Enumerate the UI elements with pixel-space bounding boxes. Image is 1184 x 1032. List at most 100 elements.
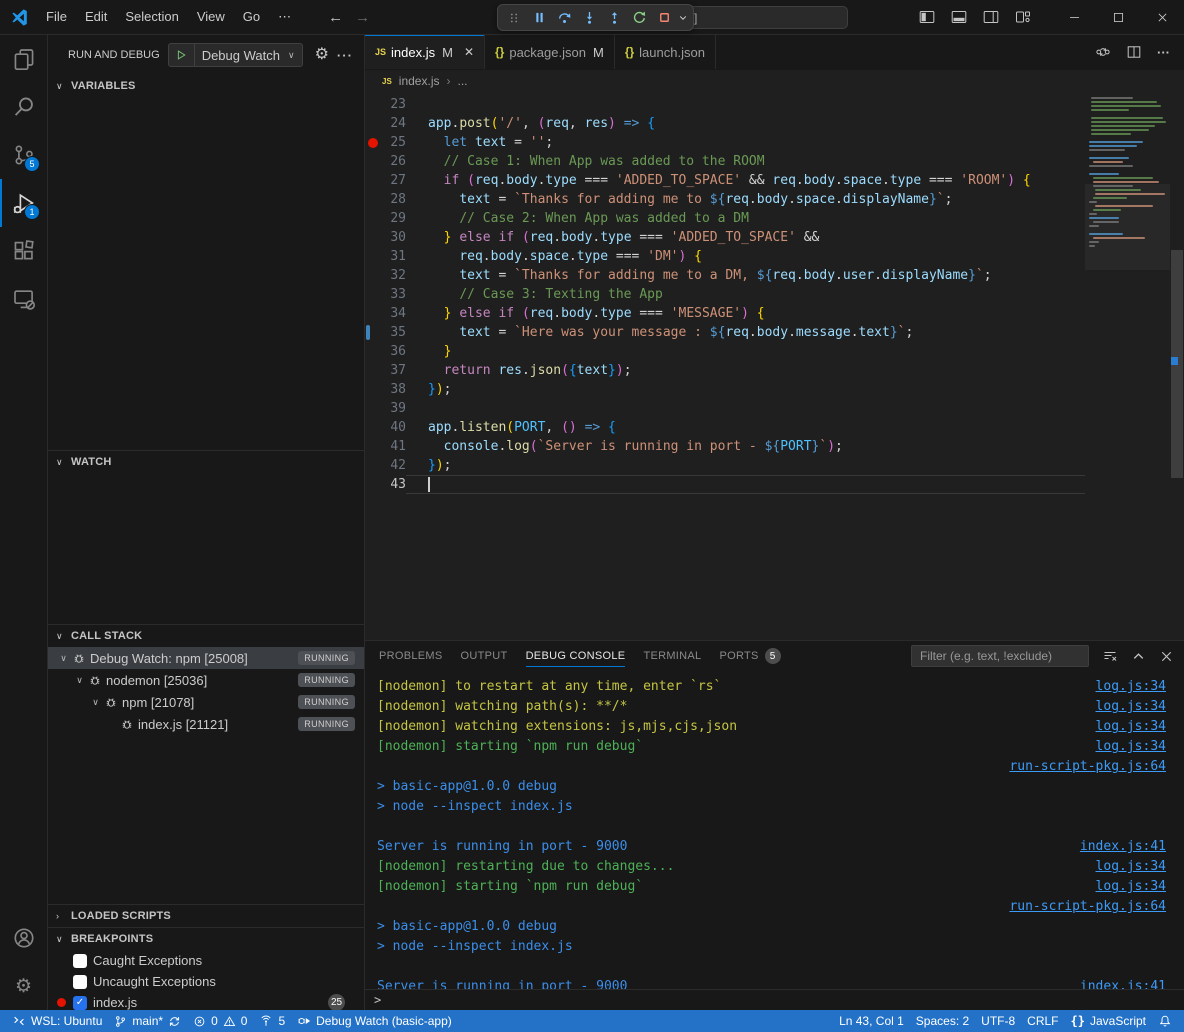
remote-indicator[interactable]: WSL: Ubuntu [6, 1010, 108, 1032]
code-line-34[interactable]: 34 } else if (req.body.type === 'MESSAGE… [365, 304, 1085, 323]
drag-grip-icon[interactable] [502, 6, 526, 30]
menu-go[interactable]: Go [234, 6, 269, 28]
source-control-icon[interactable]: 5 [0, 131, 47, 179]
chevron-down-icon[interactable]: ∨ [88, 697, 103, 708]
gutter-glyph-margin[interactable] [365, 399, 378, 418]
split-editor-icon[interactable] [1126, 44, 1142, 60]
notifications-bell[interactable] [1152, 1014, 1178, 1028]
more-actions-icon[interactable]: ··· [1157, 45, 1170, 60]
toggle-secondary-sidebar-icon[interactable] [980, 6, 1002, 28]
gutter-glyph-margin[interactable] [365, 133, 378, 152]
menu-more[interactable]: ⋯ [269, 6, 300, 28]
breakpoints-section-header[interactable]: ∨ BREAKPOINTS [48, 928, 364, 950]
source-link[interactable]: log.js:34 [1096, 717, 1166, 737]
search-icon[interactable] [0, 83, 47, 131]
forwarded-ports-indicator[interactable]: 5 [253, 1010, 291, 1032]
maximize-panel-icon[interactable] [1131, 649, 1146, 664]
code-line-43[interactable]: 43 [365, 475, 1085, 494]
gutter-glyph-margin[interactable] [365, 152, 378, 171]
explorer-icon[interactable] [0, 35, 47, 83]
git-branch-indicator[interactable]: main* [108, 1010, 187, 1032]
breadcrumb-file[interactable]: index.js [399, 74, 440, 88]
breakpoint-checkbox[interactable]: ✓ [73, 996, 87, 1010]
variables-section-header[interactable]: ∨ VARIABLES [48, 75, 364, 97]
source-link[interactable]: run-script-pkg.js:64 [1009, 757, 1166, 777]
more-actions-icon[interactable]: ··· [337, 48, 353, 63]
code-line-35[interactable]: 35 text = `Here was your message : ${req… [365, 323, 1085, 342]
gutter-glyph-margin[interactable] [365, 285, 378, 304]
menu-selection[interactable]: Selection [116, 6, 187, 28]
code-line-30[interactable]: 30 } else if (req.body.type === 'ADDED_T… [365, 228, 1085, 247]
call-stack-row[interactable]: index.js [21121]RUNNING [48, 713, 364, 735]
gutter-glyph-margin[interactable] [365, 380, 378, 399]
gutter-glyph-margin[interactable] [365, 342, 378, 361]
code-line-37[interactable]: 37 return res.json({text}); [365, 361, 1085, 380]
maximize-button[interactable] [1096, 0, 1140, 35]
watch-section-header[interactable]: ∨ WATCH [48, 451, 364, 473]
loaded-scripts-section-header[interactable]: › LOADED SCRIPTS [48, 905, 364, 927]
gutter-glyph-margin[interactable] [365, 266, 378, 285]
account-icon[interactable] [0, 914, 47, 962]
gutter-glyph-margin[interactable] [365, 361, 378, 380]
code-line-23[interactable]: 23 [365, 95, 1085, 114]
cursor-position-indicator[interactable]: Ln 43, Col 1 [833, 1014, 910, 1028]
problems-indicator[interactable]: 0 0 [187, 1010, 253, 1032]
remote-explorer-icon[interactable] [0, 275, 47, 323]
breadcrumb-symbol[interactable]: ... [457, 74, 467, 88]
settings-gear-icon[interactable]: ⚙ [0, 962, 47, 1010]
chevron-down-icon[interactable]: ∨ [56, 653, 71, 664]
code-line-38[interactable]: 38}); [365, 380, 1085, 399]
forward-arrow-icon[interactable]: → [355, 9, 370, 26]
call-stack-row[interactable]: ∨nodemon [25036]RUNNING [48, 669, 364, 691]
close-tab-icon[interactable]: ✕ [464, 45, 474, 59]
restart-button[interactable] [627, 6, 651, 30]
step-out-button[interactable] [602, 6, 626, 30]
panel-tab-debug-console[interactable]: DEBUG CONSOLE [517, 641, 635, 671]
toggle-panel-icon[interactable] [948, 6, 970, 28]
code-line-33[interactable]: 33 // Case 3: Texting the App [365, 285, 1085, 304]
code-line-36[interactable]: 36 } [365, 342, 1085, 361]
indentation-indicator[interactable]: Spaces: 2 [910, 1014, 975, 1028]
gutter-glyph-margin[interactable] [365, 171, 378, 190]
toggle-sidebar-icon[interactable] [916, 6, 938, 28]
code-editor[interactable]: 2324app.post('/', (req, res) => {25 let … [365, 92, 1184, 640]
source-link[interactable]: log.js:34 [1096, 857, 1166, 877]
customize-layout-icon[interactable] [1012, 6, 1034, 28]
code-line-31[interactable]: 31 req.body.space.type === 'DM') { [365, 247, 1085, 266]
gutter-glyph-margin[interactable] [365, 475, 378, 494]
debug-console-output[interactable]: [nodemon] to restart at any time, enter … [365, 671, 1184, 989]
minimap[interactable] [1085, 92, 1170, 640]
source-link[interactable]: run-script-pkg.js:64 [1009, 897, 1166, 917]
breakpoint-row[interactable]: Caught Exceptions [48, 950, 364, 971]
code-line-41[interactable]: 41 console.log(`Server is running in por… [365, 437, 1085, 456]
call-stack-row[interactable]: ∨Debug Watch: npm [25008]RUNNING [48, 647, 364, 669]
code-line-28[interactable]: 28 text = `Thanks for adding me to ${req… [365, 190, 1085, 209]
code-line-24[interactable]: 24app.post('/', (req, res) => { [365, 114, 1085, 133]
launch-config-dropdown[interactable]: Debug Watch ∨ [168, 43, 303, 67]
gutter-glyph-margin[interactable] [365, 190, 378, 209]
source-link[interactable]: index.js:41 [1080, 977, 1166, 989]
gutter-glyph-margin[interactable] [365, 418, 378, 437]
encoding-indicator[interactable]: UTF-8 [975, 1014, 1021, 1028]
step-into-button[interactable] [577, 6, 601, 30]
gutter-glyph-margin[interactable] [365, 437, 378, 456]
chevron-down-icon[interactable]: ∨ [72, 675, 87, 686]
extensions-icon[interactable] [0, 227, 47, 275]
call-stack-row[interactable]: ∨npm [21078]RUNNING [48, 691, 364, 713]
gutter-glyph-margin[interactable] [365, 95, 378, 114]
source-link[interactable]: log.js:34 [1096, 697, 1166, 717]
breakpoint-row[interactable]: ✓index.js25 [48, 992, 364, 1010]
panel-tab-ports[interactable]: PORTS5 [710, 641, 789, 671]
call-stack-section-header[interactable]: ∨ CALL STACK [48, 625, 364, 647]
debug-session-indicator[interactable]: Debug Watch (basic-app) [291, 1010, 458, 1032]
breakpoint-dot[interactable] [368, 138, 378, 148]
panel-tab-output[interactable]: OUTPUT [452, 641, 517, 671]
breakpoint-checkbox[interactable] [73, 954, 87, 968]
console-filter-input[interactable]: Filter (e.g. text, !exclude) [911, 645, 1089, 667]
breakpoint-checkbox[interactable] [73, 975, 87, 989]
tab-launch.json[interactable]: {}launch.json [615, 35, 716, 69]
code-line-26[interactable]: 26 // Case 1: When App was added to the … [365, 152, 1085, 171]
source-link[interactable]: index.js:41 [1080, 837, 1166, 857]
close-window-button[interactable] [1140, 0, 1184, 35]
back-arrow-icon[interactable]: ← [328, 9, 343, 26]
